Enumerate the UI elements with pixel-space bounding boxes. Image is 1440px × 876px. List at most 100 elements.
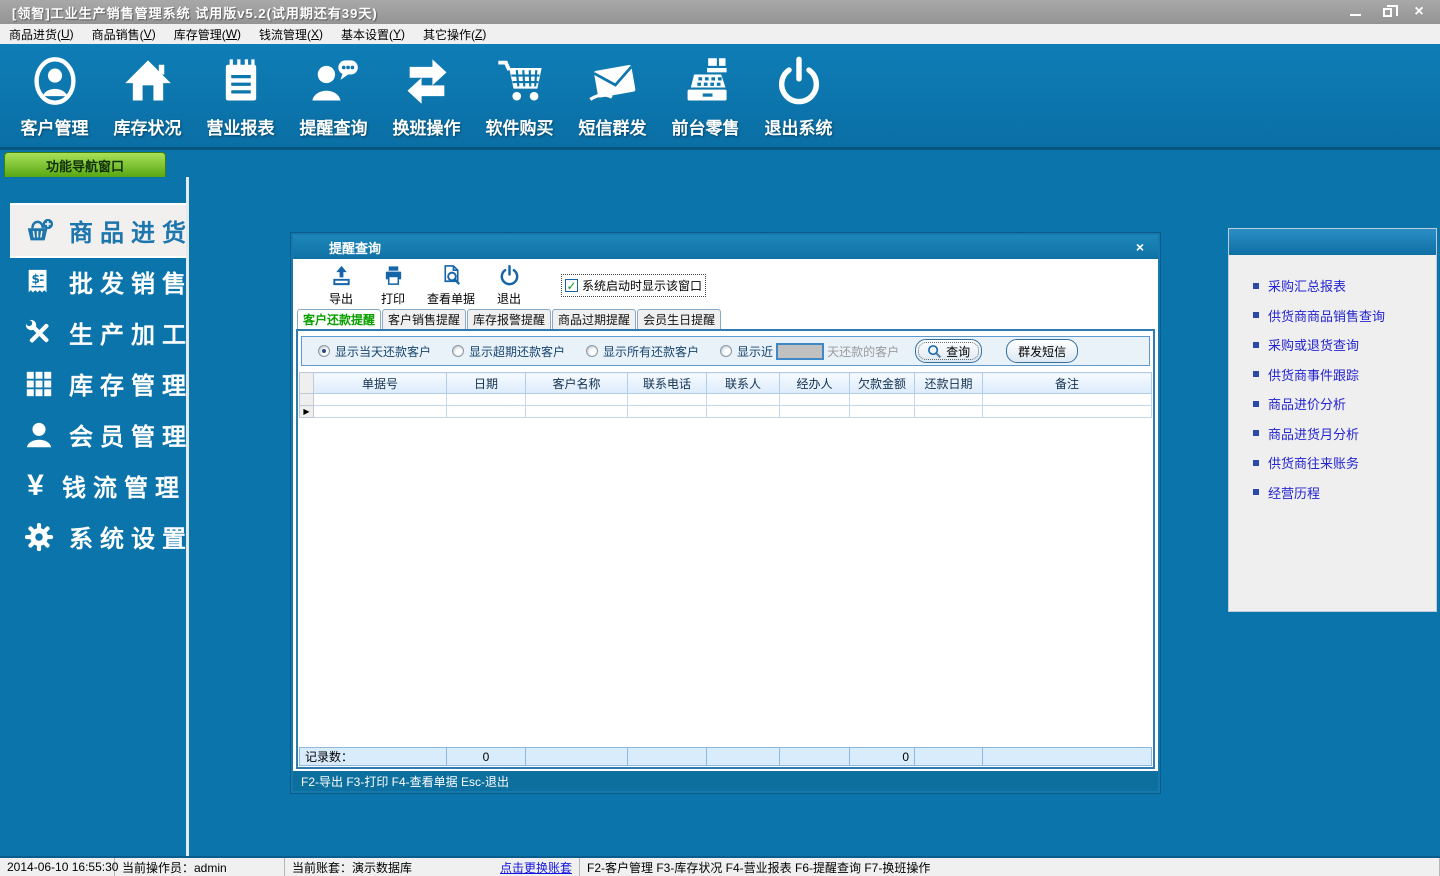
link-business-history[interactable]: 经营历程 xyxy=(1253,483,1436,502)
link-supplier-accounts[interactable]: 供货商往来账务 xyxy=(1253,453,1436,472)
query-button[interactable]: 查询 xyxy=(915,339,983,363)
minimize-button[interactable] xyxy=(1348,5,1362,19)
tab-customer-sales-reminder[interactable]: 客户销售提醒 xyxy=(382,309,467,329)
link-supplier-goods-sales-query[interactable]: 供货商商品销售查询 xyxy=(1253,306,1436,325)
link-supplier-event-tracking[interactable]: 供货商事件跟踪 xyxy=(1253,365,1436,384)
dialog-exit-button[interactable]: 退出 xyxy=(483,264,535,307)
sidebar-item-goods-purchase[interactable]: 商品进货 xyxy=(10,205,186,256)
column-remark[interactable]: 备注 xyxy=(982,372,1152,394)
sidebar-item-label: 钱流管理 xyxy=(62,475,186,502)
link-goods-purchase-monthly-analysis[interactable]: 商品进货月分析 xyxy=(1253,424,1436,443)
days-suffix-label: 天还款的客户 xyxy=(827,344,900,359)
column-handler[interactable]: 经办人 xyxy=(779,372,850,394)
sidebar-item-label: 生产加工 xyxy=(69,322,193,349)
checkbox-box: ✓ xyxy=(565,278,579,293)
menu-inventory[interactable]: 库存管理(W) xyxy=(165,24,250,44)
record-count-value: 0 xyxy=(446,747,526,766)
radio-icon xyxy=(720,345,733,357)
magnifier-icon xyxy=(928,344,942,358)
menu-settings[interactable]: 基本设置(Y) xyxy=(332,24,414,44)
tab-goods-expiry-reminder[interactable]: 商品过期提醒 xyxy=(552,309,637,329)
toolbar-inventory-status-button[interactable]: 库存状况 xyxy=(101,45,194,147)
export-button[interactable]: 导出 xyxy=(315,264,367,307)
toolbar-exit-system-button[interactable]: 退出系统 xyxy=(752,45,845,147)
record-count-label: 记录数： xyxy=(299,747,447,766)
toolbar-reminder-query-button[interactable]: 提醒查询 xyxy=(287,45,380,147)
cart-icon xyxy=(497,60,542,101)
radio-all-repayment[interactable]: 显示所有还款客户 xyxy=(586,343,699,360)
menubar: 商品进货(U) 商品销售(V) 库存管理(W) 钱流管理(X) 基本设置(Y) … xyxy=(0,24,1440,44)
toolbar-software-purchase-button[interactable]: 软件购买 xyxy=(473,45,566,147)
link-goods-price-analysis[interactable]: 商品进价分析 xyxy=(1253,394,1436,413)
notebook-icon xyxy=(225,59,256,101)
tools-icon xyxy=(25,319,49,342)
main-toolbar: 客户管理 库存状况 营业报表 提醒查询 换班操作 软件购买 短信群发 前台零售 … xyxy=(0,44,1440,150)
print-button[interactable]: 打印 xyxy=(367,264,419,307)
current-row-indicator-icon: ▶ xyxy=(299,405,314,418)
tab-customer-repayment-reminder[interactable]: 客户还款提醒 xyxy=(297,309,382,329)
toolbar-customer-management-button[interactable]: 客户管理 xyxy=(8,45,101,147)
tab-member-birthday-reminder[interactable]: 会员生日提醒 xyxy=(637,309,722,329)
dialog-toolbar: 导出 打印 查看单据 退出 ✓ 系统启动时显示该窗口 xyxy=(293,259,1158,312)
menu-goods-sales[interactable]: 商品销售(V) xyxy=(83,24,165,44)
column-amount-owed[interactable]: 欠款金额 xyxy=(849,372,915,394)
sidebar-item-label: 商品进货 xyxy=(69,220,193,247)
sidebar-item-cashflow[interactable]: ¥ 钱流管理 xyxy=(0,460,186,511)
sidebar-item-label: 库存管理 xyxy=(69,373,193,400)
statusbar: 2014-06-10 16:55:30 当前操作员：admin 当前账套：演示数… xyxy=(0,856,1440,876)
workspace: 功能导航窗口 商品进货 $ 批发销售 生产加工 库存管理 会员管理 ¥ 钱流管理… xyxy=(0,150,1440,856)
sidebar-item-label: 会员管理 xyxy=(69,424,193,451)
close-icon: × xyxy=(1414,3,1424,20)
bullet-icon xyxy=(1253,371,1259,377)
column-docno[interactable]: 单据号 xyxy=(313,372,447,394)
column-phone[interactable]: 联系电话 xyxy=(627,372,707,394)
restore-button[interactable] xyxy=(1380,4,1398,19)
column-repay-date[interactable]: 还款日期 xyxy=(914,372,983,394)
radio-today-repayment[interactable]: 显示当天还款客户 xyxy=(318,343,431,360)
reminder-query-dialog: 提醒查询 × 导出 打印 查看单据 退出 ✓ 系统启动时显示该窗口 客户还款提醒… xyxy=(291,233,1160,793)
switch-account-link[interactable]: 点击更换账套 xyxy=(500,859,572,876)
bullet-icon xyxy=(1253,489,1259,495)
function-nav-tab[interactable]: 功能导航窗口 xyxy=(4,152,166,177)
view-document-icon xyxy=(443,265,460,285)
close-button[interactable]: × xyxy=(1412,3,1426,20)
column-customer[interactable]: 客户名称 xyxy=(525,372,628,394)
sidebar-item-production[interactable]: 生产加工 xyxy=(0,307,186,358)
radio-overdue-repayment[interactable]: 显示超期还款客户 xyxy=(452,343,565,360)
bullet-icon xyxy=(1253,341,1259,348)
column-contact[interactable]: 联系人 xyxy=(706,372,780,394)
check-icon: ✓ xyxy=(566,278,577,293)
dialog-close-button[interactable]: × xyxy=(1136,239,1158,255)
days-input[interactable] xyxy=(776,342,825,360)
show-on-startup-checkbox[interactable]: ✓ 系统启动时显示该窗口 xyxy=(561,274,707,297)
user-circle-icon xyxy=(33,57,76,105)
toolbar-business-report-button[interactable]: 营业报表 xyxy=(194,45,287,147)
sidebar-item-inventory[interactable]: 库存管理 xyxy=(0,358,186,409)
menu-cashflow[interactable]: 钱流管理(X) xyxy=(250,24,332,44)
status-hotkeys: F2-客户管理 F3-库存状况 F4-营业报表 F6-提醒查询 F7-换班操作 xyxy=(580,858,1440,876)
toolbar-shift-change-button[interactable]: 换班操作 xyxy=(380,45,473,147)
dialog-hotkey-hint: F2-导出 F3-打印 F4-查看单据 Esc-退出 xyxy=(293,771,1158,791)
view-document-button[interactable]: 查看单据 xyxy=(419,264,483,307)
link-purchase-return-query[interactable]: 采购或退货查询 xyxy=(1253,335,1436,354)
dialog-titlebar: 提醒查询 × xyxy=(293,235,1158,259)
status-account: 当前账套：演示数据库 点击更换账套 xyxy=(285,858,580,876)
svg-text:$: $ xyxy=(32,271,47,285)
sms-broadcast-button[interactable]: 群发短信 xyxy=(1006,339,1079,363)
menu-other[interactable]: 其它操作(Z) xyxy=(414,24,495,44)
sidebar-item-wholesale[interactable]: $ 批发销售 xyxy=(0,256,186,307)
tab-stock-alert-reminder[interactable]: 库存报警提醒 xyxy=(467,309,552,329)
link-purchase-summary-report[interactable]: 采购汇总报表 xyxy=(1253,276,1436,295)
dialog-tabs: 客户还款提醒 客户销售提醒 库存报警提醒 商品过期提醒 会员生日提醒 xyxy=(293,309,1158,329)
amount-total-value: 0 xyxy=(849,747,915,766)
bullet-icon xyxy=(1253,430,1259,436)
toolbar-sms-broadcast-button[interactable]: 短信群发 xyxy=(566,45,659,147)
radio-recent-days[interactable]: 显示近 xyxy=(720,343,773,360)
column-date[interactable]: 日期 xyxy=(446,372,526,394)
status-datetime: 2014-06-10 16:55:30 xyxy=(0,858,118,876)
sidebar-item-system-settings[interactable]: 系统设置 xyxy=(0,511,186,562)
toolbar-pos-retail-button[interactable]: 前台零售 xyxy=(659,45,752,147)
status-operator: 当前操作员：admin xyxy=(115,858,285,876)
menu-goods-purchase[interactable]: 商品进货(U) xyxy=(0,24,83,44)
sidebar-item-members[interactable]: 会员管理 xyxy=(0,409,186,460)
